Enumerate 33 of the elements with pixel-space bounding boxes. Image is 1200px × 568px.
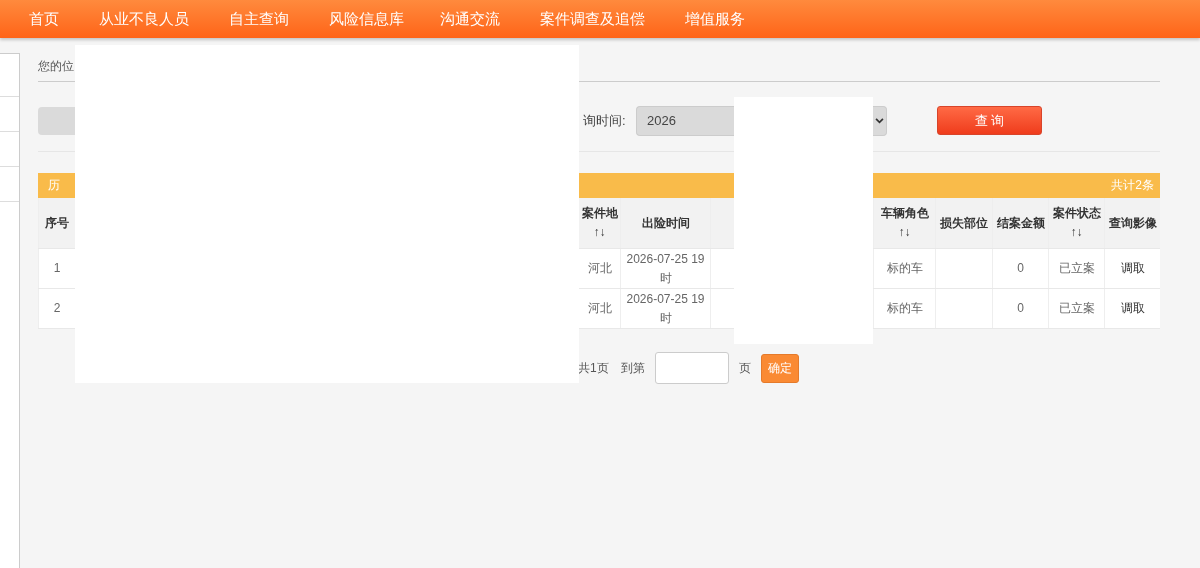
- column-header: 损失部位: [935, 198, 992, 248]
- panel-title: 历: [48, 177, 60, 194]
- column-header: 结案金额: [992, 198, 1048, 248]
- date-label: 询时间:: [583, 111, 627, 130]
- year-select[interactable]: 2026: [636, 105, 734, 136]
- column-header: 出险时间: [620, 198, 710, 248]
- column-header: 案件状态↑↓: [1048, 198, 1104, 248]
- chevron-down-icon: [875, 117, 884, 124]
- table-cell: 已立案: [1048, 249, 1104, 288]
- table-cell: 2026-07-25 19时: [620, 249, 710, 288]
- page-label: 页: [738, 359, 751, 377]
- record-count: 共计2条: [1111, 177, 1154, 194]
- nav-link[interactable]: 沟通交流: [440, 9, 500, 29]
- column-header: 查询影像: [1104, 198, 1160, 248]
- search-button[interactable]: 查 询: [937, 106, 1042, 135]
- table-cell: 0: [992, 289, 1048, 328]
- breadcrumb: 您的位: [38, 59, 74, 73]
- view-link[interactable]: 调取: [1120, 299, 1145, 318]
- page-total: 共1页: [578, 359, 609, 377]
- nav-link[interactable]: 风险信息库: [329, 9, 404, 29]
- view-link[interactable]: 调取: [1120, 259, 1145, 278]
- nav-link[interactable]: 案件调查及追偿: [540, 9, 645, 29]
- select-field[interactable]: [38, 106, 75, 135]
- nav-link[interactable]: 增值服务: [685, 9, 745, 29]
- confirm-button[interactable]: 确定: [760, 353, 799, 383]
- table-cell: 0: [992, 249, 1048, 288]
- nav-link[interactable]: 首页: [29, 9, 59, 29]
- nav-link[interactable]: 从业不良人员: [99, 9, 189, 29]
- nav-link[interactable]: 自主查询: [229, 9, 289, 29]
- goto-label: 到第: [620, 359, 645, 377]
- table-cell: 2026-07-25 19时: [620, 289, 710, 328]
- page-input[interactable]: [654, 352, 729, 384]
- table-cell: 已立案: [1048, 289, 1104, 328]
